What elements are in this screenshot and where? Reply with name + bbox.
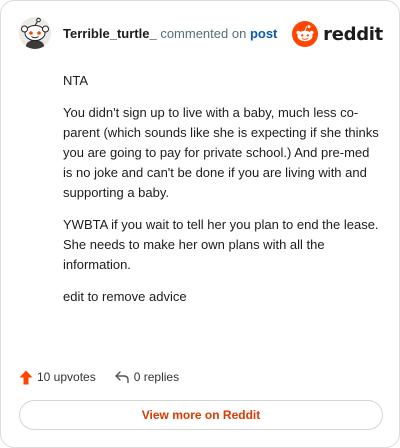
commented-on-label: commented on — [160, 26, 247, 41]
upvotes-count: 10 upvotes — [37, 370, 96, 384]
comment-paragraph: edit to remove advice — [63, 289, 187, 304]
reddit-logo[interactable]: reddit — [292, 20, 383, 48]
replies-count: 0 replies — [133, 370, 180, 384]
comment-body: NTA You didn't sign up to live with a ba… — [63, 71, 381, 319]
reddit-wordmark: reddit — [323, 23, 383, 45]
comment-paragraph: NTA — [63, 73, 89, 88]
embedded-comment-card: Terrible_turtle_ commented on post reddi… — [0, 0, 400, 448]
comment-header: Terrible_turtle_ commented on post reddi… — [19, 17, 383, 51]
post-link[interactable]: post — [250, 26, 277, 41]
upvote-arrow-icon — [19, 370, 33, 384]
comment-paragraph: You didn't sign up to live with a baby, … — [63, 105, 379, 200]
upvotes-stat[interactable]: 10 upvotes — [19, 370, 96, 385]
view-more-button[interactable]: View more on Reddit — [19, 400, 383, 430]
comment-footer: 10 upvotes 0 replies — [19, 367, 197, 387]
comment-byline: Terrible_turtle_ commented on post — [63, 26, 277, 42]
replies-stat[interactable]: 0 replies — [114, 370, 179, 384]
username-link[interactable]: Terrible_turtle_ — [63, 26, 157, 41]
comment-paragraph: YWBTA if you wait to tell her you plan t… — [63, 217, 379, 272]
reply-arrow-icon — [115, 371, 129, 384]
reddit-snoo-icon — [292, 21, 319, 47]
snoo-avatar-icon — [19, 17, 51, 49]
user-avatar[interactable] — [19, 17, 51, 49]
